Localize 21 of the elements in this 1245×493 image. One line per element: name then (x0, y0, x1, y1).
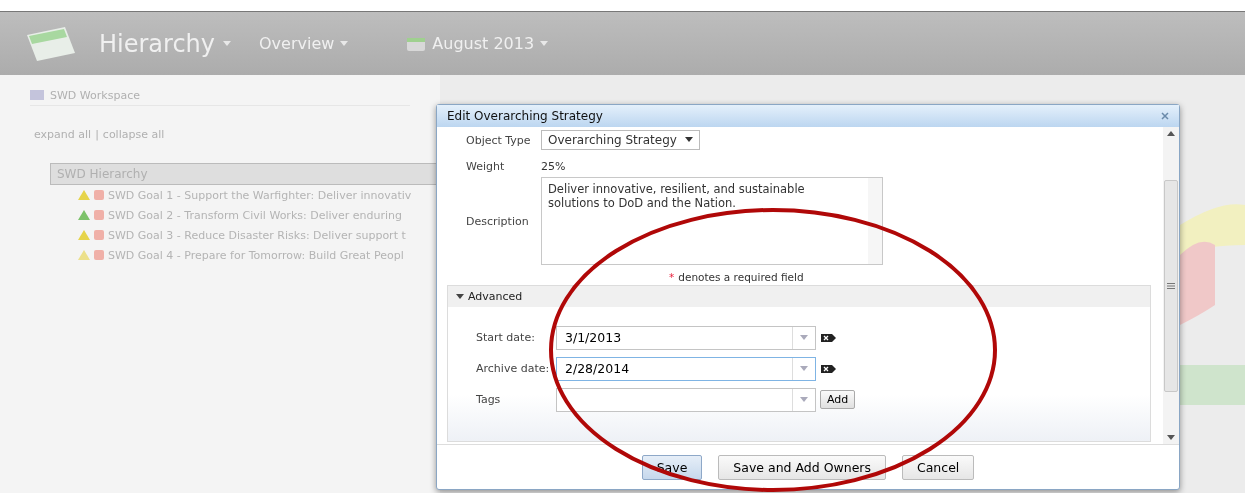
field-label: Weight (465, 159, 506, 173)
dialog-button[interactable]: Cancel (902, 454, 975, 480)
date-field[interactable]: 3/1/2013 (556, 325, 816, 350)
field-label: Start date: (475, 331, 536, 344)
date-field[interactable]: 2/28/2014 (556, 356, 816, 381)
separator: | (95, 128, 99, 141)
weight-value: 25% (541, 159, 566, 173)
field-label: Tags (475, 393, 502, 406)
dialog-button[interactable]: Save and Add Owners (718, 454, 886, 480)
field-label: Archive date: (475, 362, 551, 375)
field-label: Object Type (465, 133, 532, 147)
required-note: denotes a required field (678, 271, 804, 283)
object-type-select[interactable]: Overarching Strategy (541, 130, 700, 150)
app-title: Hierarchy (99, 29, 215, 58)
advanced-toggle[interactable]: Advanced (448, 286, 1150, 307)
add-button[interactable]: Add (820, 390, 856, 409)
workspace-title: SWD Workspace (50, 88, 140, 102)
field-label: Description (465, 214, 530, 228)
required-mark: * (669, 271, 675, 283)
description-field[interactable]: Deliver innovative, resilient, and sustainable solutions to DoD and the Nation. (541, 177, 883, 265)
dialog-title: Edit Overarching Strategy (447, 109, 603, 123)
